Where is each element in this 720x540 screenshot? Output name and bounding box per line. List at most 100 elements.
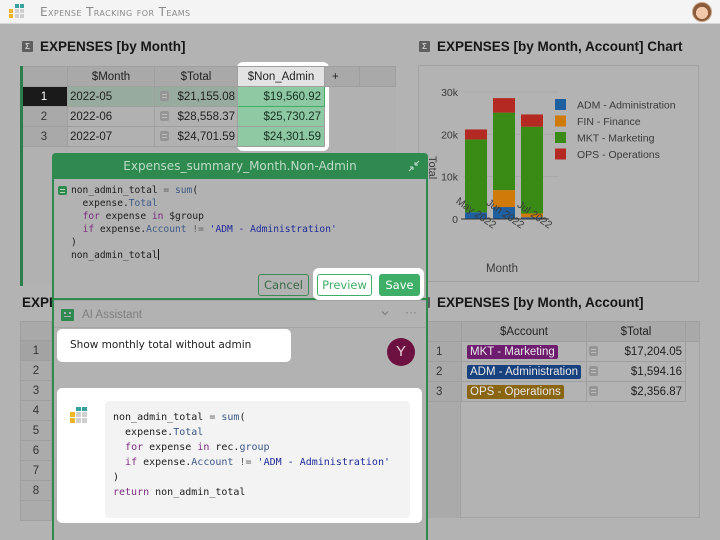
table-row[interactable]: 1 MKT - Marketing $17,204.05 bbox=[426, 341, 700, 362]
table-row[interactable]: 3 OPS - Operations $2,356.87 bbox=[426, 381, 700, 402]
code-line: non_admin_total bbox=[71, 249, 159, 261]
code-line: expense.Total bbox=[113, 427, 204, 438]
formula-icon bbox=[58, 186, 67, 195]
formula-icon bbox=[160, 91, 170, 102]
code-line: non_admin_total = sum( bbox=[71, 185, 199, 196]
account-table: $Account $Total 1 MKT - Marketing $17,20… bbox=[426, 321, 700, 402]
x-axis-label: Month bbox=[486, 263, 518, 275]
save-button[interactable]: Save bbox=[379, 274, 420, 296]
months-table: $Month $Total $Non_Admin + 1 2022-05 $21… bbox=[20, 66, 396, 147]
formula-code-editor[interactable]: non_admin_total = sum( expense.Total for… bbox=[71, 184, 337, 262]
cell-total[interactable]: $21,155.08 bbox=[174, 86, 238, 107]
cell-month[interactable]: 2022-05 bbox=[67, 86, 155, 107]
legend-swatch bbox=[555, 99, 566, 110]
cell-total[interactable]: $2,356.87 bbox=[600, 381, 686, 402]
cell-non-admin[interactable]: $19,560.92 bbox=[237, 86, 325, 107]
cell-month[interactable]: 2022-07 bbox=[67, 126, 155, 147]
row-number[interactable]: 2 bbox=[20, 361, 52, 381]
row-number[interactable]: 5 bbox=[20, 421, 52, 441]
cell-non-admin[interactable]: $25,730.27 bbox=[237, 106, 325, 127]
legend-swatch bbox=[555, 115, 566, 127]
legend-label: ADM - Administration bbox=[577, 100, 676, 112]
row-num-header bbox=[20, 66, 68, 87]
table-row[interactable]: 1 2022-05 $21,155.08 $19,560.92 bbox=[20, 86, 396, 107]
assistant-logo-icon bbox=[70, 407, 87, 423]
y-tick-label: 0 bbox=[452, 214, 458, 226]
code-line: ) bbox=[113, 472, 120, 483]
col-header-total[interactable]: $Total bbox=[154, 66, 238, 87]
code-line: if expense.Account != 'ADM - Administrat… bbox=[125, 457, 390, 468]
ai-assistant-title: AI Assistant bbox=[82, 309, 143, 321]
code-line: non_admin_total = sum( bbox=[113, 412, 246, 423]
robot-icon bbox=[61, 309, 74, 321]
text-caret bbox=[157, 249, 159, 260]
bar-segment bbox=[465, 129, 487, 140]
row-number[interactable]: 3 bbox=[426, 381, 462, 402]
col-header-account[interactable]: $Account bbox=[461, 321, 587, 342]
legend-swatch bbox=[555, 148, 566, 160]
active-section-indicator bbox=[20, 66, 23, 286]
table-row[interactable]: 2 2022-06 $28,558.37 $25,730.27 bbox=[20, 106, 396, 127]
chevron-down-icon[interactable] bbox=[380, 308, 390, 321]
row-number[interactable]: 1 bbox=[426, 341, 462, 362]
user-avatar: Y bbox=[387, 338, 415, 366]
collapse-icon[interactable] bbox=[407, 159, 421, 173]
account-chip: OPS - Operations bbox=[467, 384, 564, 399]
row-number[interactable]: 3 bbox=[20, 381, 52, 401]
row-number[interactable]: 1 bbox=[20, 86, 68, 107]
y-tick-label: 20k bbox=[441, 129, 459, 141]
formula-editor-header[interactable]: Expenses_summary_Month.Non-Admin bbox=[52, 153, 428, 179]
col-header-non-admin[interactable]: $Non_Admin bbox=[237, 66, 325, 87]
user-message-text: Show monthly total without admin bbox=[70, 339, 252, 351]
row-number[interactable]: 8 bbox=[20, 481, 52, 501]
cell-total[interactable]: $28,558.37 bbox=[174, 106, 238, 127]
col-header-month[interactable]: $Month bbox=[67, 66, 155, 87]
chart-section-title: Σ EXPENSES [by Month, Account] Chart bbox=[419, 39, 683, 54]
legend-label: MKT - Marketing bbox=[577, 133, 655, 145]
user-avatar-photo[interactable] bbox=[692, 2, 712, 22]
cell-total[interactable]: $1,594.16 bbox=[600, 361, 686, 382]
bar-segment bbox=[493, 112, 515, 191]
formula-icon bbox=[160, 131, 170, 142]
months-section-title: Σ EXPENSES [by Month] bbox=[22, 39, 186, 54]
ai-assistant-header: AI Assistant ··· bbox=[54, 300, 426, 328]
legend-label: FIN - Finance bbox=[577, 116, 641, 128]
row-number[interactable]: 4 bbox=[20, 401, 52, 421]
chart-container[interactable]: 0 10k 20k 30k Total May 2022 Jun 2022 Jul 2022 M… bbox=[418, 65, 699, 282]
row-number[interactable]: 1 bbox=[20, 341, 52, 361]
row-number[interactable]: 3 bbox=[20, 126, 68, 147]
user-message-bubble: Show monthly total without admin bbox=[57, 329, 291, 362]
add-column-button[interactable]: + bbox=[324, 66, 360, 87]
col-header-total[interactable]: $Total bbox=[586, 321, 686, 342]
row-number[interactable]: 7 bbox=[20, 461, 52, 481]
row-number[interactable]: 6 bbox=[20, 441, 52, 461]
response-code: non_admin_total = sum( expense.Total for… bbox=[113, 410, 390, 500]
cell-non-admin[interactable]: $24,301.59 bbox=[237, 126, 325, 147]
code-line: for expense in $group bbox=[82, 211, 204, 222]
table-row[interactable]: 3 2022-07 $24,701.59 $24,301.59 bbox=[20, 126, 396, 147]
y-tick-label: 30k bbox=[441, 87, 459, 99]
legend-label: OPS - Operations bbox=[577, 149, 660, 161]
row-num-header bbox=[20, 321, 52, 341]
cell-total[interactable]: $24,701.59 bbox=[174, 126, 238, 147]
row-number[interactable]: 2 bbox=[426, 361, 462, 382]
formula-icon bbox=[589, 386, 599, 397]
table-row[interactable]: 2 ADM - Administration $1,594.16 bbox=[426, 361, 700, 382]
app-logo-icon[interactable] bbox=[9, 4, 25, 20]
app-title: Expense Tracking for Teams bbox=[40, 5, 191, 19]
code-line: for expense in rec.group bbox=[125, 442, 270, 453]
account-chip: ADM - Administration bbox=[467, 364, 582, 379]
bar-segment bbox=[493, 98, 515, 113]
more-options-icon[interactable]: ··· bbox=[405, 305, 417, 319]
preview-button[interactable]: Preview bbox=[317, 274, 372, 296]
cell-total[interactable]: $17,204.05 bbox=[600, 341, 686, 362]
cell-month[interactable]: 2022-06 bbox=[67, 106, 155, 127]
stacked-bar-chart: 010k20k30kTotalMay 2022Jun 2022Jul 2022M… bbox=[426, 87, 676, 275]
code-line: expense.Total bbox=[71, 198, 158, 209]
account-chip: MKT - Marketing bbox=[467, 344, 558, 359]
formula-editor-title: Expenses_summary_Month.Non-Admin bbox=[123, 159, 357, 173]
cancel-button[interactable]: Cancel bbox=[258, 274, 309, 296]
summary-sigma-icon: Σ bbox=[22, 41, 33, 52]
row-number[interactable]: 2 bbox=[20, 106, 68, 127]
formula-icon bbox=[589, 346, 599, 357]
